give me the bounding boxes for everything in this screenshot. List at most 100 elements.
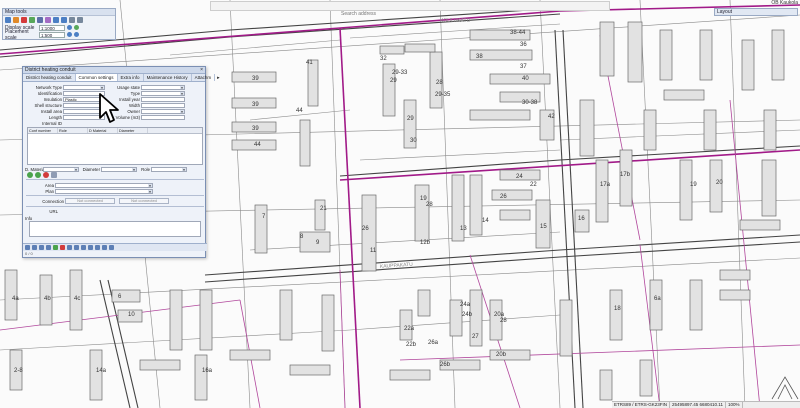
usage-state-select[interactable]: ▾ — [141, 84, 185, 90]
house-number-label: 17b — [620, 172, 631, 178]
house-number-label: 2-8 — [14, 368, 23, 374]
house-number-label: 26a — [428, 340, 439, 346]
house-number-label: 16a — [202, 368, 213, 374]
help-icon[interactable] — [109, 245, 114, 250]
connection-start-button[interactable]: Not connected — [65, 198, 115, 204]
tab-scroll-icon[interactable]: ▸ — [215, 74, 222, 81]
snap-icon[interactable] — [67, 32, 72, 37]
volume-input[interactable] — [141, 114, 185, 120]
close-icon[interactable]: × — [200, 67, 203, 74]
zoom-out-icon[interactable] — [61, 17, 67, 23]
house-number-label: 20 — [716, 180, 723, 186]
house-number-label: 28 — [436, 80, 443, 86]
network-type-label: Network Type — [35, 84, 62, 90]
grid-icon[interactable] — [74, 32, 79, 37]
house-number-label: 10 — [128, 312, 135, 318]
zoom-in-icon[interactable] — [53, 17, 59, 23]
install-year-input[interactable] — [141, 96, 185, 102]
chevron-down-icon: ▾ — [180, 109, 184, 114]
house-number-label: 32 — [380, 56, 387, 62]
delete-icon[interactable] — [21, 17, 27, 23]
tab-extra-info[interactable]: Extra info — [118, 74, 144, 81]
col-conf-number[interactable]: Conf number — [28, 128, 58, 133]
house-number-label: 37 — [520, 64, 527, 70]
history-icon[interactable] — [88, 245, 93, 250]
edit-geometry-icon[interactable] — [74, 245, 79, 250]
address-search[interactable] — [210, 1, 610, 18]
prev-record-icon[interactable] — [32, 245, 37, 250]
tab-attachments[interactable]: Attachm — [192, 74, 216, 81]
next-record-icon[interactable] — [39, 245, 44, 250]
measure-icon[interactable] — [13, 17, 19, 23]
link-icon[interactable] — [95, 245, 100, 250]
owner-select[interactable]: ▾ — [141, 108, 185, 114]
layer-icon[interactable] — [45, 17, 51, 23]
col-role[interactable]: Role — [58, 128, 88, 133]
house-number-label: 17a — [600, 182, 611, 188]
grid-header: Conf number Role D Material Diameter — [28, 128, 202, 134]
house-number-label: 14a — [96, 368, 107, 374]
grid-actions — [27, 172, 57, 178]
delete-icon[interactable] — [60, 245, 65, 250]
dialog-title-bar[interactable]: District heating conduit × — [23, 67, 205, 74]
app-window: 39 39 39 41 44 44 29 29 28 30 32 29-33 36 37 38-44 40 42… — [0, 0, 800, 408]
house-number-label: 24 — [516, 174, 523, 180]
house-number-label: 28 — [500, 318, 507, 324]
save-icon[interactable] — [53, 245, 58, 250]
placement-scale-field[interactable]: 1:500 — [39, 31, 65, 38]
chevron-down-icon: ▾ — [74, 167, 78, 172]
network-type-select[interactable]: ▾ — [63, 84, 105, 90]
refresh-icon[interactable] — [67, 25, 72, 30]
role-label: Role — [141, 166, 150, 172]
role-select[interactable]: ▾ — [151, 166, 187, 172]
diameter-select[interactable]: ▾ — [101, 166, 137, 172]
col-diameter[interactable]: Diameter — [118, 128, 148, 133]
user-name[interactable]: OB Kaukola — [744, 0, 800, 7]
add-icon[interactable] — [29, 17, 35, 23]
last-record-icon[interactable] — [46, 245, 51, 250]
house-number-label: 22 — [530, 182, 537, 188]
house-number-label: 19 — [690, 182, 697, 188]
type-select[interactable]: ▾ — [141, 90, 185, 96]
connection-end-button[interactable]: Not connected — [119, 198, 169, 204]
attach-icon[interactable] — [67, 245, 72, 250]
connection-label: Connection — [42, 198, 64, 204]
select-icon[interactable] — [5, 17, 11, 23]
dialog-title: District heating conduit — [25, 67, 76, 73]
plan-select[interactable]: ▾ — [55, 188, 153, 194]
print-icon[interactable] — [81, 245, 86, 250]
area-select[interactable]: ▾ — [55, 182, 153, 188]
tab-common-settings[interactable]: Common settings — [75, 74, 118, 81]
zoom-to-icon[interactable] — [102, 245, 107, 250]
first-record-icon[interactable] — [25, 245, 30, 250]
info-textarea[interactable] — [29, 221, 201, 237]
delete-row-icon[interactable] — [43, 172, 49, 178]
field-internal-id: Internal ID — [25, 120, 105, 126]
length-label: Length — [48, 114, 62, 120]
house-number-label: 6a — [654, 296, 661, 302]
copy-row-icon[interactable] — [51, 172, 57, 178]
house-number-label: 26 — [362, 226, 369, 232]
house-number-label: 36 — [520, 42, 527, 48]
house-number-label: 13 — [460, 226, 467, 232]
save-row-icon[interactable] — [35, 172, 41, 178]
tab-maintenance-history[interactable]: Maintenance History — [144, 74, 192, 81]
tab-district-heating-conduit[interactable]: District heating conduit — [23, 74, 76, 81]
add-row-icon[interactable] — [27, 172, 33, 178]
house-number-label: 11 — [370, 248, 377, 254]
field-plan: Plan ▾ — [25, 188, 153, 194]
width-input[interactable] — [141, 102, 185, 108]
conduit-grid[interactable]: Conf number Role D Material Diameter — [27, 127, 203, 165]
pan-icon[interactable] — [37, 17, 43, 23]
print-icon[interactable] — [69, 17, 75, 23]
d-material-select[interactable]: ▾ — [43, 166, 79, 172]
chevron-down-icon: ▾ — [132, 167, 136, 172]
apply-icon[interactable] — [74, 25, 79, 30]
layout-panel-title[interactable]: Layout — [714, 8, 798, 16]
crs-readout[interactable]: ETRS89 / ETRS-GK23FIN — [612, 402, 671, 408]
col-d-material[interactable]: D Material — [88, 128, 118, 133]
chevron-down-icon: ▾ — [182, 167, 186, 172]
display-scale-field[interactable]: 1:1000 — [39, 24, 65, 31]
settings-icon[interactable] — [77, 17, 83, 23]
search-input[interactable] — [211, 10, 609, 18]
